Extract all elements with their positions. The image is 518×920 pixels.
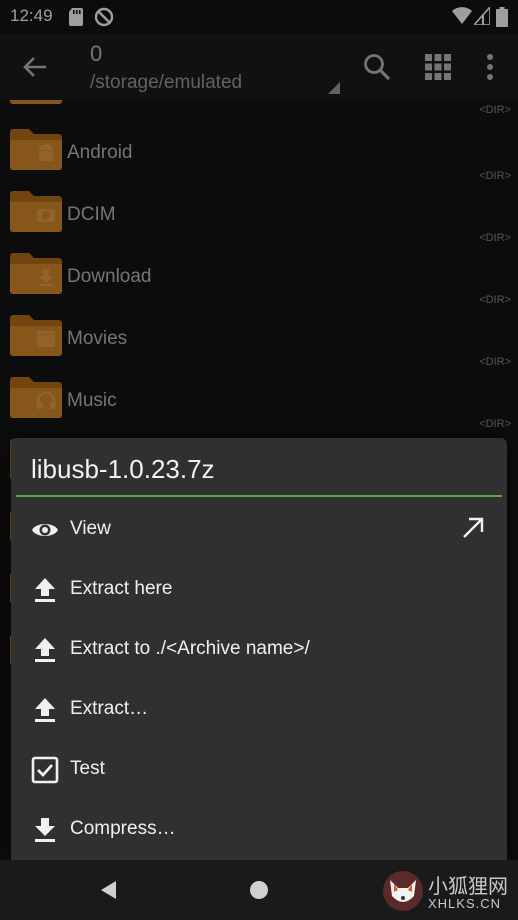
menu-item-label: Test <box>70 758 105 779</box>
compress-menu-item[interactable]: Compress… <box>11 798 507 858</box>
extract-icon <box>35 638 55 662</box>
checkbox-icon <box>31 756 59 784</box>
menu-item-label: Extract to ./<Archive name>/ <box>70 638 310 659</box>
extract-here-menu-item[interactable]: Extract here <box>11 558 507 618</box>
compress-icon <box>35 818 55 842</box>
open-external-arrow-icon[interactable] <box>461 516 485 540</box>
title-divider <box>16 495 502 497</box>
menu-item-label: Compress… <box>70 818 176 839</box>
watermark-chinese: 小狐狸网 <box>428 876 508 898</box>
test-menu-item[interactable]: Test <box>11 738 507 798</box>
watermark-domain: XHLKS.CN <box>428 896 502 911</box>
menu-item-label: View <box>70 518 111 539</box>
menu-item-label: Extract… <box>70 698 149 719</box>
extract-to-folder-menu-item[interactable]: Extract to ./<Archive name>/ <box>11 618 507 678</box>
home-circle-icon[interactable] <box>249 880 269 900</box>
back-triangle-icon[interactable] <box>99 880 119 900</box>
extract-menu-item[interactable]: Extract… <box>11 678 507 738</box>
fox-logo-icon <box>383 871 423 911</box>
extract-icon <box>35 578 55 602</box>
archive-action-dialog: libusb-1.0.23.7z View Extract here Extra… <box>11 438 507 860</box>
view-menu-item[interactable]: View <box>11 498 507 558</box>
extract-icon <box>35 698 55 722</box>
dialog-title: libusb-1.0.23.7z <box>31 454 215 484</box>
eye-icon <box>32 524 58 536</box>
watermark: 小狐狸网 XHLKS.CN <box>382 868 512 916</box>
menu-item-label: Extract here <box>70 578 173 599</box>
